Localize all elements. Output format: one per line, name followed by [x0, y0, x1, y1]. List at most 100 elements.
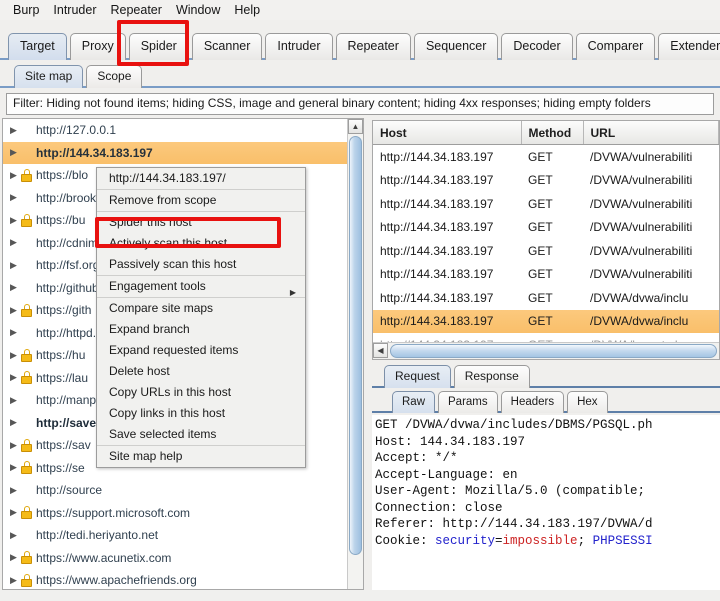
tab-spider[interactable]: Spider: [128, 33, 189, 60]
table-row[interactable]: http://144.34.183.197 GET /DVWA/vulnerab…: [373, 216, 719, 240]
tab-target[interactable]: Target: [8, 33, 67, 60]
expand-arrow-icon[interactable]: ▶: [7, 373, 20, 382]
context-menu-item-expand-branch[interactable]: Expand branch: [97, 319, 305, 340]
context-menu-item-copy-links-in-this-host[interactable]: Copy links in this host: [97, 403, 305, 424]
lock-icon: [20, 303, 33, 317]
column-header-url[interactable]: URL: [583, 121, 719, 145]
expand-arrow-icon[interactable]: ▶: [7, 283, 20, 292]
menu-item-window[interactable]: Window: [169, 2, 227, 18]
context-menu-item-spider-this-host[interactable]: Spider this host: [97, 211, 305, 233]
panel-splitter[interactable]: [364, 118, 372, 590]
context-menu-item-delete-host[interactable]: Delete host: [97, 361, 305, 382]
burp-suite-window: Burp Intruder Repeater Window Help Targe…: [0, 0, 720, 601]
expand-arrow-icon[interactable]: ▶: [7, 418, 20, 427]
lock-icon: [20, 168, 33, 182]
menu-item-help[interactable]: Help: [227, 2, 267, 18]
table-horizontal-scrollbar[interactable]: ◀: [373, 342, 719, 359]
expand-arrow-icon[interactable]: ▶: [7, 553, 20, 562]
tab-decoder[interactable]: Decoder: [501, 33, 573, 60]
context-menu-item-actively-scan-this-host[interactable]: Actively scan this host: [97, 233, 305, 254]
filter-bar-container: Filter: Hiding not found items; hiding C…: [0, 88, 720, 118]
raw-request-text[interactable]: GET /DVWA/dvwa/includes/DBMS/PGSQL.ph Ho…: [372, 415, 720, 590]
expand-arrow-icon[interactable]: ▶: [7, 260, 20, 270]
site-map-context-menu[interactable]: http://144.34.183.197/ Remove from scope…: [96, 167, 306, 468]
tree-row[interactable]: ▶ http://source: [3, 479, 347, 502]
expand-arrow-icon[interactable]: ▶: [7, 463, 20, 472]
context-menu-item-remove-from-scope[interactable]: Remove from scope: [97, 189, 305, 211]
expand-arrow-icon[interactable]: ▶: [7, 193, 20, 202]
tree-row-label: http://brooks: [36, 190, 103, 205]
table-row[interactable]: http://144.34.183.197 GET /DVWA/vulnerab…: [373, 192, 719, 216]
tree-row[interactable]: ▶ https://www.apachefriends.org: [3, 569, 347, 589]
expand-arrow-icon[interactable]: ▶: [7, 395, 20, 405]
menu-item-intruder[interactable]: Intruder: [46, 2, 103, 18]
cell-url: /DVWA/dvwa/inclu: [583, 309, 719, 333]
table-row-selected[interactable]: http://144.34.183.197 GET /DVWA/dvwa/inc…: [373, 309, 719, 333]
table-header-row: Host Method URL: [373, 121, 719, 145]
column-header-method[interactable]: Method: [521, 121, 584, 145]
table-row[interactable]: http://144.34.183.197 GET /DVWA/vulnerab…: [373, 145, 719, 169]
tab-proxy[interactable]: Proxy: [69, 33, 126, 60]
scroll-up-arrow-icon[interactable]: ▲: [348, 119, 363, 134]
tree-row[interactable]: ▶ https://www.acunetix.com: [3, 547, 347, 570]
table-row[interactable]: http://144.34.183.197 GET /DVWA/dvwa/inc…: [373, 286, 719, 310]
expand-arrow-icon[interactable]: ▶: [7, 530, 20, 540]
tab-hex[interactable]: Hex: [567, 391, 608, 413]
cell-url: /DVWA/vulnerabiliti: [590, 196, 693, 211]
context-menu-item-url[interactable]: http://144.34.183.197/: [97, 168, 305, 189]
tab-repeater[interactable]: Repeater: [335, 33, 411, 60]
tab-extender[interactable]: Extender: [658, 33, 720, 60]
tab-params[interactable]: Params: [438, 391, 498, 413]
tab-sequencer[interactable]: Sequencer: [413, 33, 499, 60]
context-menu-item-copy-urls-in-this-host[interactable]: Copy URLs in this host: [97, 382, 305, 403]
menu-item-burp[interactable]: Burp: [6, 2, 46, 18]
tree-row[interactable]: ▶ https://support.microsoft.com: [3, 502, 347, 525]
filter-bar[interactable]: Filter: Hiding not found items; hiding C…: [6, 93, 714, 115]
subtab-site-map[interactable]: Site map: [14, 65, 84, 88]
tab-comparer[interactable]: Comparer: [575, 33, 656, 60]
expand-arrow-icon[interactable]: ▶: [7, 440, 20, 450]
tab-headers[interactable]: Headers: [500, 391, 565, 413]
tree-row-label: https://sav: [36, 438, 91, 453]
context-menu-item-passively-scan-this-host[interactable]: Passively scan this host: [97, 254, 305, 275]
hosts-table[interactable]: Host Method URL http://144.34.183.197 GE…: [373, 121, 719, 357]
context-menu-item-expand-requested-items[interactable]: Expand requested items: [97, 340, 305, 361]
context-menu-item-save-selected-items[interactable]: Save selected items: [97, 424, 305, 445]
expand-arrow-icon[interactable]: ▶: [7, 305, 20, 315]
expand-arrow-icon[interactable]: ▶: [7, 485, 20, 495]
expand-arrow-icon[interactable]: ▶: [7, 350, 20, 360]
expand-arrow-icon[interactable]: ▶: [7, 148, 20, 157]
tab-scanner[interactable]: Scanner: [191, 33, 263, 60]
table-row[interactable]: http://144.34.183.197 GET /DVWA/vulnerab…: [373, 239, 719, 263]
tree-row[interactable]: ▶ http://tedi.heriyanto.net: [3, 524, 347, 547]
tree-row[interactable]: ▶ http://127.0.0.1: [3, 119, 347, 142]
subtab-scope[interactable]: Scope: [86, 65, 143, 88]
cookie-value: impossible: [502, 533, 578, 548]
context-menu-item-engagement-tools[interactable]: Engagement tools ▶: [97, 275, 305, 297]
tab-intruder[interactable]: Intruder: [265, 33, 333, 60]
tab-response[interactable]: Response: [453, 365, 530, 388]
scroll-left-arrow-icon[interactable]: ◀: [373, 343, 388, 358]
table-row[interactable]: http://144.34.183.197 GET /DVWA/vulnerab…: [373, 169, 719, 193]
cell-method: GET: [528, 220, 553, 235]
column-header-host[interactable]: Host: [373, 121, 522, 145]
scrollbar-thumb[interactable]: [390, 344, 717, 358]
expand-arrow-icon[interactable]: ▶: [7, 508, 20, 517]
menu-item-repeater[interactable]: Repeater: [104, 2, 169, 18]
tab-request[interactable]: Request: [384, 365, 451, 388]
expand-arrow-icon[interactable]: ▶: [7, 170, 20, 180]
expand-arrow-icon[interactable]: ▶: [7, 215, 20, 225]
tree-vertical-scrollbar[interactable]: ▲: [347, 119, 363, 589]
tab-raw[interactable]: Raw: [392, 391, 436, 413]
cell-url: /DVWA/vulnerabiliti: [590, 220, 693, 235]
context-menu-item-compare-site-maps[interactable]: Compare site maps: [97, 297, 305, 319]
expand-arrow-icon[interactable]: ▶: [7, 125, 20, 135]
expand-arrow-icon[interactable]: ▶: [7, 328, 20, 337]
request-header-accept-language: Accept-Language: en: [375, 467, 518, 482]
table-row[interactable]: http://144.34.183.197 GET /DVWA/vulnerab…: [373, 263, 719, 287]
expand-arrow-icon[interactable]: ▶: [7, 575, 20, 585]
tree-row-selected[interactable]: ▶ http://144.34.183.197: [3, 141, 347, 164]
scrollbar-thumb[interactable]: [349, 136, 362, 555]
expand-arrow-icon[interactable]: ▶: [7, 238, 20, 247]
context-menu-item-site-map-help[interactable]: Site map help: [97, 445, 305, 467]
